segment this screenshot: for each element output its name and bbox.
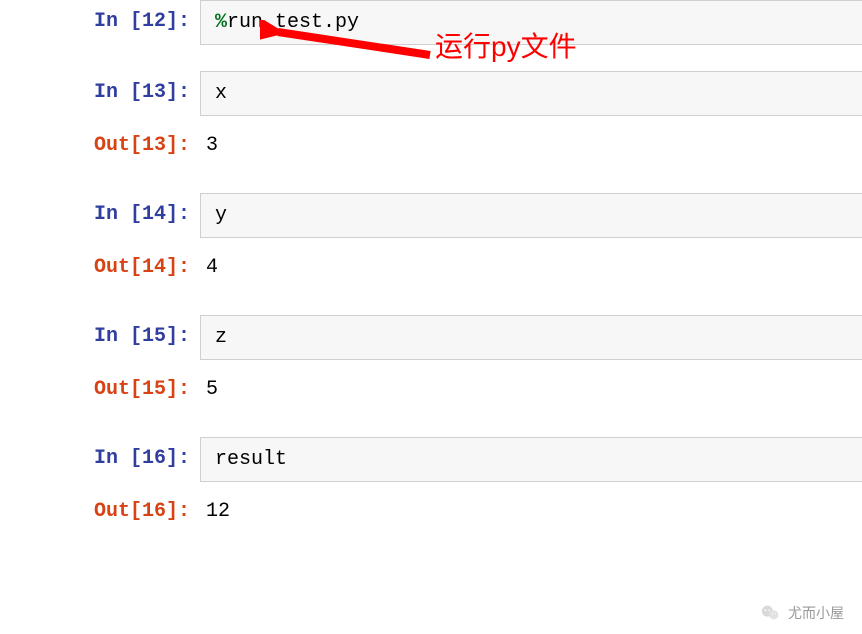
prompt-in-14: In [14]: [0,193,200,226]
output-14: 4 [200,246,862,289]
prompt-in-16: In [16]: [0,437,200,470]
code-text: result [215,448,287,471]
code-input-12[interactable]: %run test.py [200,0,862,45]
prompt-in-13: In [13]: [0,71,200,104]
output-15: 5 [200,368,862,411]
wechat-icon [760,602,782,624]
prompt-out-14: Out[14]: [0,246,200,279]
cell-out-16: Out[16]: 12 [0,490,862,533]
output-value: 4 [206,256,218,279]
prompt-label: In [12]: [94,10,190,33]
cell-out-13: Out[13]: 3 [0,124,862,167]
prompt-label: In [16]: [94,447,190,470]
prompt-label: Out[13]: [94,134,190,157]
cell-in-15: In [15]: z [0,315,862,360]
code-text: y [215,204,227,227]
cell-out-15: Out[15]: 5 [0,368,862,411]
prompt-label: Out[16]: [94,500,190,523]
prompt-out-16: Out[16]: [0,490,200,523]
cell-out-14: Out[14]: 4 [0,246,862,289]
prompt-out-15: Out[15]: [0,368,200,401]
code-input-16[interactable]: result [200,437,862,482]
output-value: 12 [206,500,230,523]
cell-in-16: In [16]: result [0,437,862,482]
code-text: z [215,326,227,349]
cell-in-12: In [12]: %run test.py [0,0,862,45]
output-value: 5 [206,378,218,401]
prompt-label: Out[14]: [94,256,190,279]
cell-in-14: In [14]: y [0,193,862,238]
code-text: x [215,82,227,105]
prompt-out-13: Out[13]: [0,124,200,157]
prompt-label: In [15]: [94,325,190,348]
prompt-in-12: In [12]: [0,0,200,33]
prompt-label: In [14]: [94,203,190,226]
output-16: 12 [200,490,862,533]
prompt-label: In [13]: [94,81,190,104]
prompt-in-15: In [15]: [0,315,200,348]
prompt-label: Out[15]: [94,378,190,401]
magic-prefix: % [215,11,227,34]
output-value: 3 [206,134,218,157]
code-text: run test.py [227,11,359,34]
output-13: 3 [200,124,862,167]
code-input-13[interactable]: x [200,71,862,116]
watermark-text: 尤而小屋 [788,603,844,623]
code-input-14[interactable]: y [200,193,862,238]
cell-in-13: In [13]: x [0,71,862,116]
code-input-15[interactable]: z [200,315,862,360]
watermark: 尤而小屋 [760,602,844,624]
